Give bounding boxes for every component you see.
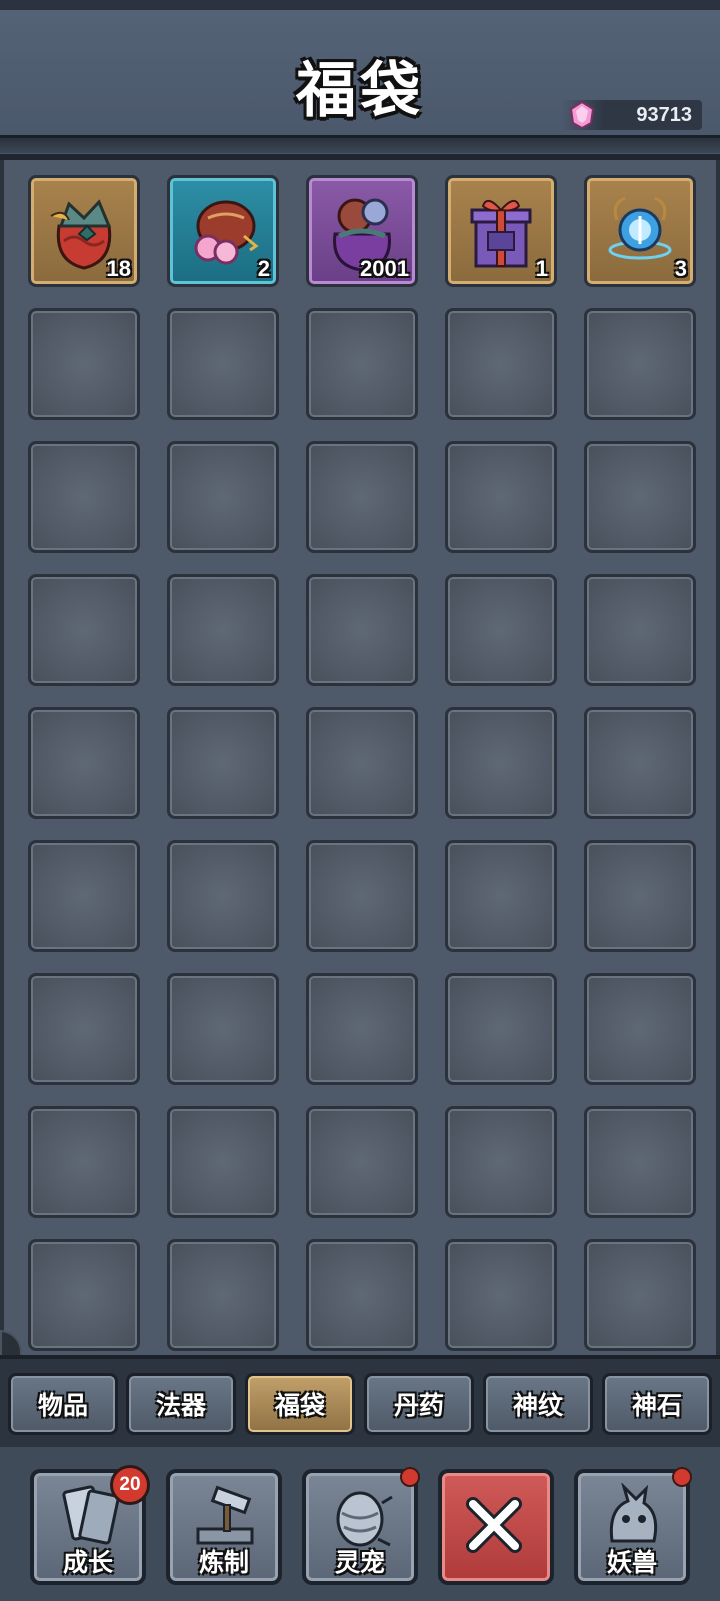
currency-amount: 93713: [636, 103, 692, 126]
empty-slot[interactable]: [167, 441, 279, 553]
empty-slot[interactable]: [167, 574, 279, 686]
empty-slot[interactable]: [306, 840, 418, 952]
forge-label: 炼制: [198, 1548, 249, 1577]
banner-roll-top: [0, 0, 720, 10]
empty-slot[interactable]: [167, 973, 279, 1085]
bottom-nav: 20 成长 炼制 灵宠 妖兽: [0, 1447, 720, 1601]
empty-slot[interactable]: [167, 1239, 279, 1351]
bag-grid: 18 2 2001 1 3: [0, 160, 720, 1355]
empty-slot[interactable]: [28, 1239, 140, 1351]
empty-slot[interactable]: [445, 441, 557, 553]
empty-slot[interactable]: [445, 840, 557, 952]
notification-dot: [672, 1467, 692, 1487]
tab-divine-runes[interactable]: 神纹: [483, 1373, 593, 1435]
empty-slot[interactable]: [28, 441, 140, 553]
close-x-icon: [466, 1497, 522, 1553]
peach-pouch-icon: [194, 200, 259, 265]
empty-slot[interactable]: [584, 441, 696, 553]
header-banner: 福袋 93713: [0, 0, 720, 160]
item-slot-spirit-orb[interactable]: 3: [584, 175, 696, 287]
spirit-pet-button[interactable]: 灵宠: [302, 1467, 420, 1585]
empty-slot[interactable]: [306, 707, 418, 819]
empty-slot[interactable]: [445, 1239, 557, 1351]
empty-slot[interactable]: [167, 308, 279, 420]
demon-beast-label: 妖兽: [606, 1548, 657, 1577]
empty-slot[interactable]: [28, 1106, 140, 1218]
empty-slot[interactable]: [306, 441, 418, 553]
currency-display: 93713: [562, 100, 702, 130]
empty-slot[interactable]: [445, 707, 557, 819]
item-slot-gift-box[interactable]: 1: [445, 175, 557, 287]
empty-slot[interactable]: [28, 308, 140, 420]
growth-button[interactable]: 20 成长: [30, 1465, 150, 1585]
category-tabs: 物品 法器 福袋 丹药 神纹 神石: [0, 1355, 720, 1447]
close-button[interactable]: [438, 1469, 554, 1585]
empty-slot[interactable]: [445, 1106, 557, 1218]
item-slot-red-lucky-bag[interactable]: 18: [28, 175, 140, 287]
empty-slot[interactable]: [584, 1106, 696, 1218]
empty-slot[interactable]: [584, 1239, 696, 1351]
empty-slot[interactable]: [445, 973, 557, 1085]
empty-slot[interactable]: [306, 574, 418, 686]
empty-slot[interactable]: [306, 973, 418, 1085]
empty-slot[interactable]: [306, 1239, 418, 1351]
item-count: 3: [674, 256, 687, 281]
item-slot-purple-treasure-bag[interactable]: 2001: [306, 175, 418, 287]
empty-slot[interactable]: [167, 1106, 279, 1218]
tab-divine-stones[interactable]: 神石: [602, 1373, 712, 1435]
item-slot-peach-pouch[interactable]: 2: [167, 175, 279, 287]
empty-slot[interactable]: [584, 840, 696, 952]
notification-badge: 20: [110, 1465, 150, 1505]
empty-slot[interactable]: [28, 574, 140, 686]
notification-dot: [400, 1467, 420, 1487]
item-count: 18: [106, 256, 131, 281]
tab-items[interactable]: 物品: [8, 1373, 118, 1435]
demon-beast-button[interactable]: 妖兽: [574, 1467, 692, 1585]
empty-slot[interactable]: [584, 574, 696, 686]
banner-roll-bottom: [0, 135, 720, 153]
empty-slot[interactable]: [167, 840, 279, 952]
empty-slot[interactable]: [167, 707, 279, 819]
tab-lucky-bags[interactable]: 福袋: [245, 1373, 355, 1435]
spirit-orb-icon: [608, 196, 672, 260]
empty-slot[interactable]: [584, 308, 696, 420]
empty-slot[interactable]: [445, 308, 557, 420]
tab-pills[interactable]: 丹药: [364, 1373, 474, 1435]
empty-slot[interactable]: [584, 973, 696, 1085]
gift-box-icon: [470, 199, 532, 268]
empty-slot[interactable]: [28, 840, 140, 952]
empty-slot[interactable]: [584, 707, 696, 819]
empty-slot[interactable]: [306, 1106, 418, 1218]
empty-slot[interactable]: [445, 574, 557, 686]
forge-button[interactable]: 炼制: [166, 1469, 282, 1585]
item-count: 1: [535, 256, 548, 281]
item-count: 2: [257, 256, 270, 281]
pink-gem-icon: [569, 100, 595, 130]
growth-label: 成长: [62, 1548, 113, 1577]
spirit-pet-label: 灵宠: [334, 1548, 385, 1577]
empty-slot[interactable]: [306, 308, 418, 420]
empty-slot[interactable]: [28, 973, 140, 1085]
empty-slot[interactable]: [28, 707, 140, 819]
tab-artifacts[interactable]: 法器: [126, 1373, 236, 1435]
item-count: 2001: [360, 256, 409, 281]
